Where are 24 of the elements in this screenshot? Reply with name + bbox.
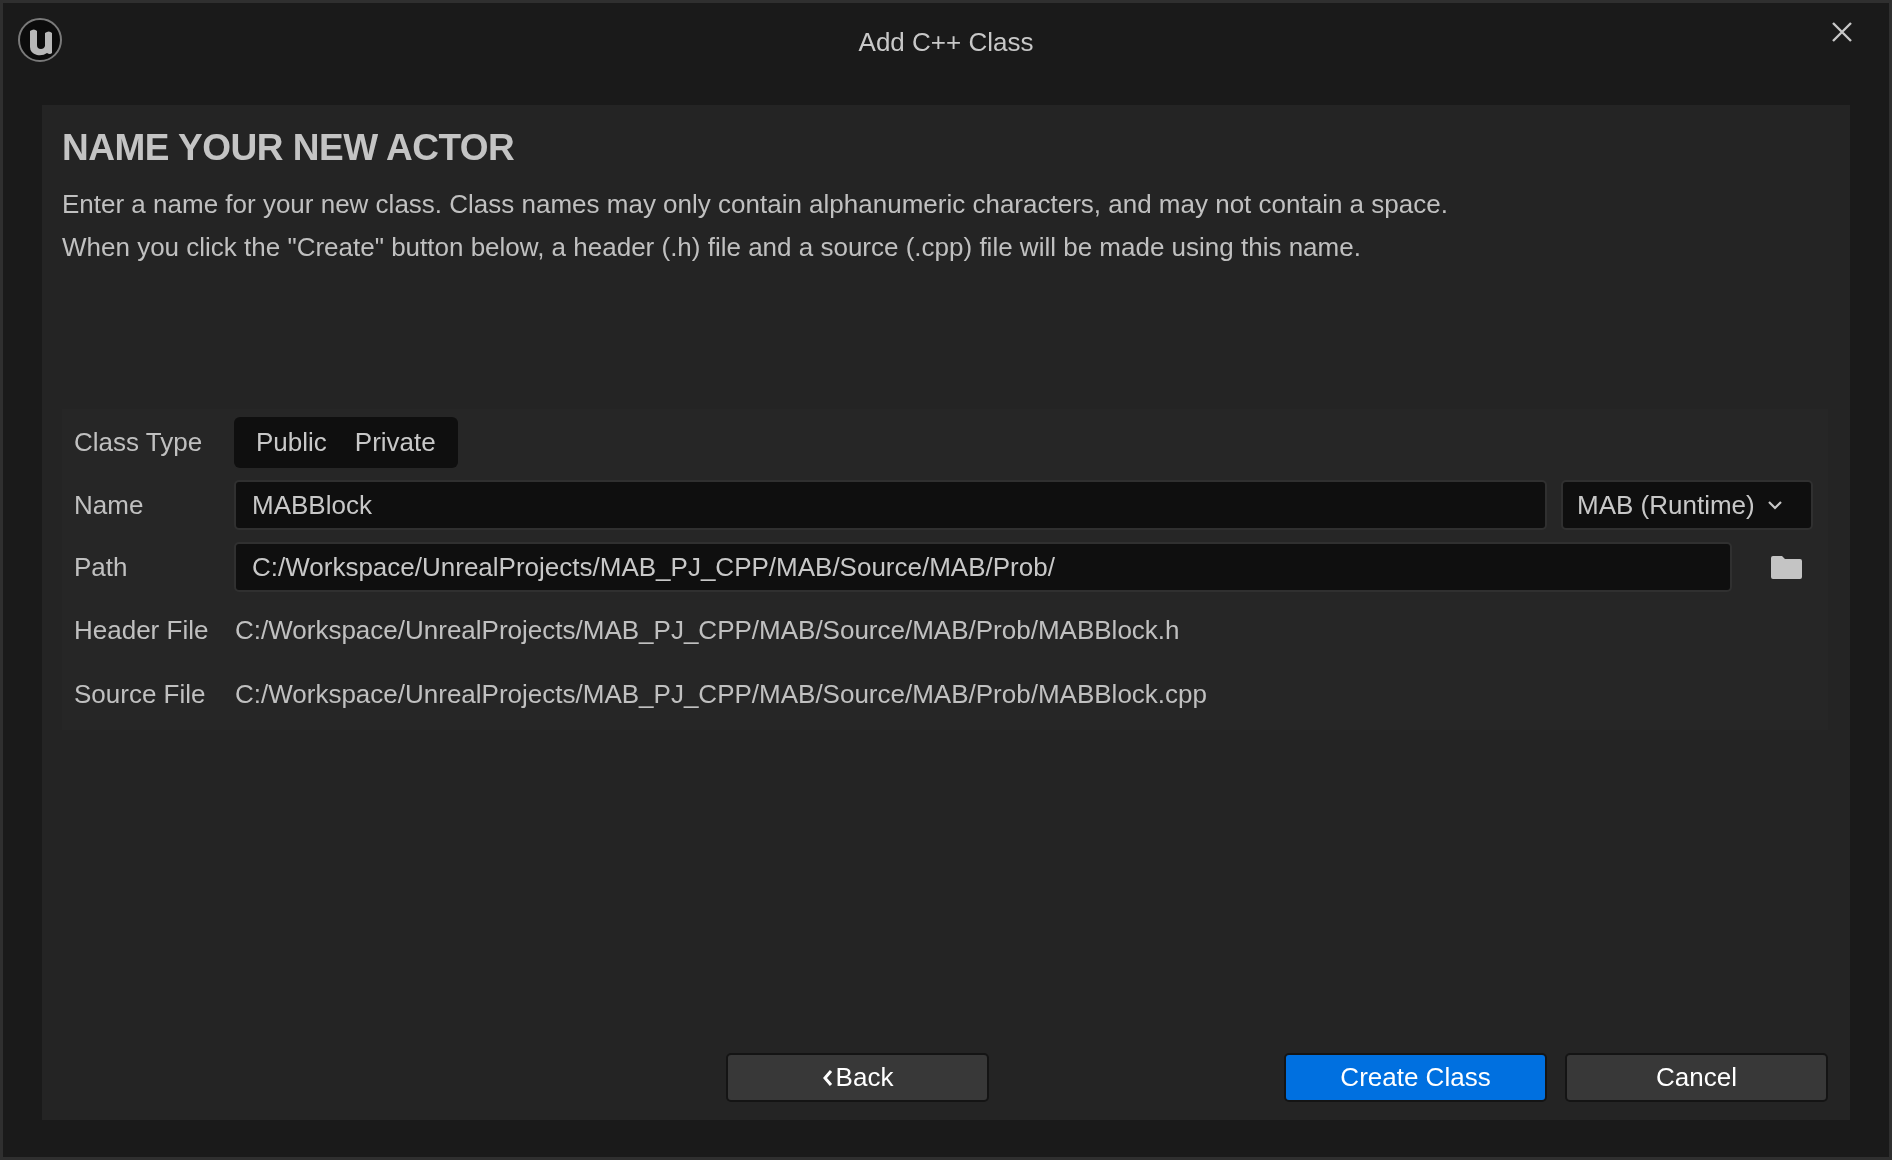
path-input-field[interactable]: C:/Workspace/UnrealProjects/MAB_PJ_CPP/MAB/Source/MAB/Prob/ [234, 542, 1732, 592]
chevron-left-icon [821, 1068, 834, 1087]
logo-icon [17, 17, 63, 63]
window-title: Add C++ Class [858, 27, 1034, 58]
page-heading: NAME YOUR NEW ACTOR [62, 127, 516, 169]
field-label: Path [74, 551, 129, 583]
description-text: Enter a name for your new class. Class names may only contain alphanumeric characters, and may not contain a space. [62, 188, 1449, 221]
file-path-text: C:/Workspace/UnrealProjects/MAB_PJ_CPP/MAB/Source/MAB/Prob/MABBlock.h [235, 614, 1180, 646]
name-input-field[interactable]: MABBlock [234, 480, 1547, 530]
folder-icon[interactable] [1770, 554, 1803, 580]
field-label: Header File [74, 614, 210, 646]
field-label: Class Type [74, 427, 204, 458]
class-type-option[interactable]: Public [242, 419, 341, 466]
class-type-option[interactable]: Private [340, 419, 450, 466]
field-label: Source File [74, 678, 207, 710]
back-button[interactable]: Back [726, 1053, 989, 1102]
description-text: When you click the "Create" button below, a header (.h) file and a source (.cpp) file will be made using this name. [62, 231, 1362, 264]
cancel-button[interactable]: Cancel [1565, 1053, 1828, 1102]
chevron-down-icon [1766, 500, 1783, 510]
module-dropdown[interactable]: MAB (Runtime) [1561, 480, 1813, 530]
file-path-text: C:/Workspace/UnrealProjects/MAB_PJ_CPP/MAB/Source/MAB/Prob/MABBlock.cpp [235, 678, 1207, 710]
close-icon[interactable] [1831, 21, 1853, 43]
field-label: Name [74, 489, 145, 521]
create-class-button[interactable]: Create Class [1284, 1053, 1547, 1102]
